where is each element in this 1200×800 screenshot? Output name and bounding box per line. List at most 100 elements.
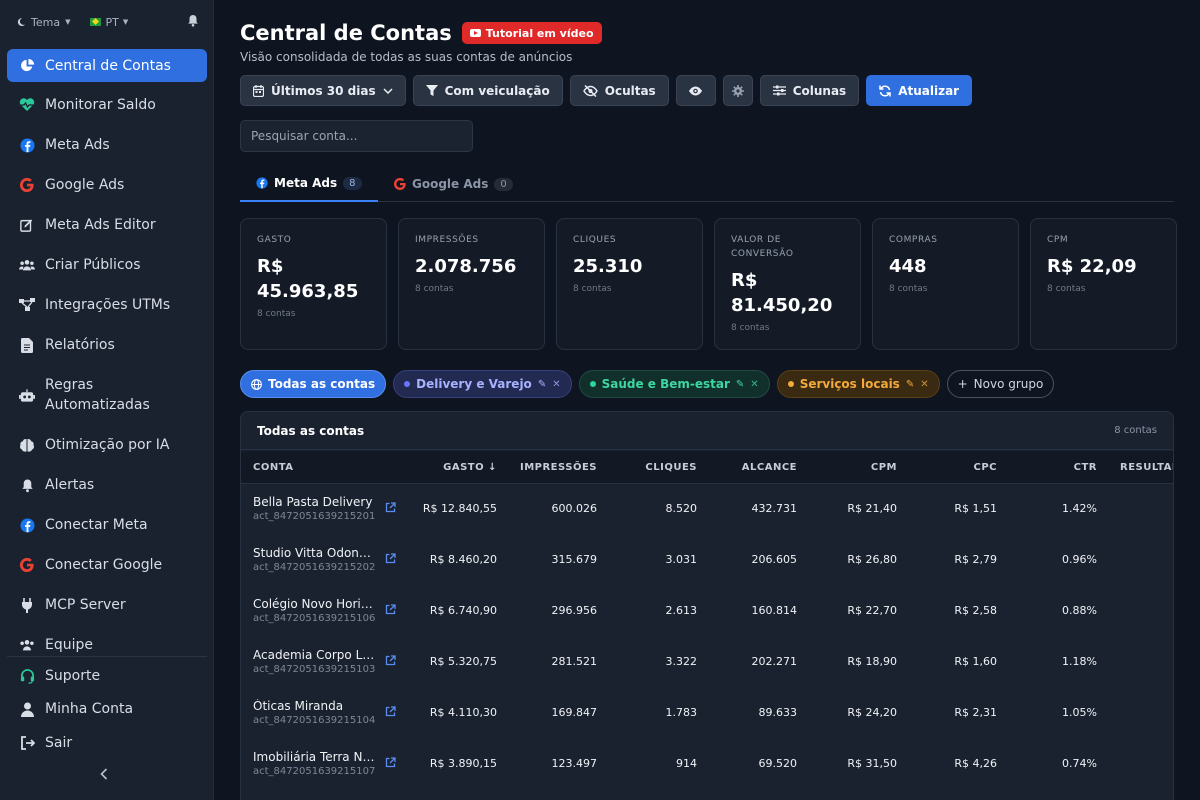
sidebar-item-criar-publicos[interactable]: Criar Públicos xyxy=(7,255,207,275)
account-name[interactable]: Óticas Miranda xyxy=(253,699,375,713)
settings-button[interactable] xyxy=(722,75,753,106)
sidebar-item-regras-automatizadas[interactable]: Regras Automatizadas xyxy=(7,375,207,415)
table-row[interactable]: Óticas Miranda act_8472051639215104 R$ 4.1… xyxy=(241,688,1173,739)
account-id: act_8472051639215104 xyxy=(253,715,376,726)
sidebar-item-conectar-google[interactable]: Conectar Google xyxy=(7,555,207,575)
tab-count-badge: 0 xyxy=(494,177,513,191)
plug-icon xyxy=(19,597,35,613)
external-link-icon[interactable] xyxy=(385,706,396,720)
sidebar-item-meta-ads[interactable]: Meta Ads xyxy=(7,135,207,155)
sidebar-item-conectar-meta[interactable]: Conectar Meta xyxy=(7,515,207,535)
edit-pencil-icon[interactable]: ✎ xyxy=(736,379,744,390)
table-row[interactable]: Academia Corpo Livre act_8472051639215103… xyxy=(241,637,1173,688)
platform-tabs: Meta Ads 8 Google Ads 0 xyxy=(240,166,1174,202)
col-header-conta[interactable]: CONTA xyxy=(253,451,294,484)
external-link-icon[interactable] xyxy=(385,502,396,516)
group-chip-delivery-varejo[interactable]: Delivery e Varejo ✎ ✕ xyxy=(393,370,572,398)
col-header-gasto[interactable]: GASTO ↓ xyxy=(401,451,497,484)
tab-meta-ads[interactable]: Meta Ads 8 xyxy=(240,166,378,202)
account-id: act_8472051639215202 xyxy=(253,562,376,573)
external-link-icon[interactable] xyxy=(385,553,396,567)
account-name[interactable]: Colégio Novo Horizonte xyxy=(253,597,375,611)
tutorial-video-button[interactable]: Tutorial em vídeo xyxy=(461,22,602,44)
collapse-sidebar-chevron-icon[interactable] xyxy=(100,768,108,784)
hidden-accounts-button[interactable]: Ocultas xyxy=(569,75,669,106)
sidebar-item-equipe[interactable]: Equipe xyxy=(7,635,207,655)
google-icon xyxy=(19,557,35,573)
cell-impressoes: 315.679 xyxy=(551,553,598,566)
sidebar-item-relatorios[interactable]: Relatórios xyxy=(7,335,207,355)
search-input[interactable] xyxy=(240,120,473,152)
cell-alcance: 160.814 xyxy=(751,604,798,617)
table-row[interactable]: Colégio Novo Horizonte act_84720516392151… xyxy=(241,586,1173,637)
table-row[interactable]: Studio Vitta Odontologia act_847205163921… xyxy=(241,535,1173,586)
tab-google-ads[interactable]: Google Ads 0 xyxy=(378,166,529,202)
cell-cpc: R$ 1,60 xyxy=(954,655,997,668)
notifications-bell-icon[interactable] xyxy=(187,14,199,30)
col-header-resultados[interactable]: RESULTAD xyxy=(1120,451,1173,484)
date-range-button[interactable]: Últimos 30 dias xyxy=(240,75,406,106)
edit-pencil-icon[interactable]: ✎ xyxy=(538,379,546,390)
filter-delivery-button[interactable]: Com veiculação xyxy=(412,75,563,106)
sidebar-item-sair[interactable]: Sair xyxy=(7,733,207,753)
col-header-cpm[interactable]: CPM xyxy=(797,451,897,484)
account-name[interactable]: Bella Pasta Delivery xyxy=(253,495,375,509)
group-chip-saude-bem-estar[interactable]: Saúde e Bem-estar ✎ ✕ xyxy=(578,370,770,398)
col-header-cliques[interactable]: CLIQUES xyxy=(597,451,697,484)
stat-value: R$ 22,09 xyxy=(1047,256,1137,277)
sidebar-item-mcp-server[interactable]: MCP Server xyxy=(7,595,207,615)
sidebar-item-central-de-contas[interactable]: Central de Contas xyxy=(7,49,207,82)
cell-ctr: 0.74% xyxy=(1062,757,1097,770)
external-link-icon[interactable] xyxy=(385,604,396,618)
sidebar-item-meta-ads-editor[interactable]: Meta Ads Editor xyxy=(7,215,207,235)
account-id: act_8472051639215107 xyxy=(253,766,376,777)
col-header-alcance[interactable]: ALCANCE xyxy=(697,451,797,484)
cell-ctr: 0.88% xyxy=(1062,604,1097,617)
sidebar-item-label: Central de Contas xyxy=(45,57,171,74)
new-group-button[interactable]: + Novo grupo xyxy=(946,370,1055,398)
sidebar-item-suporte[interactable]: Suporte xyxy=(7,666,207,686)
table-row[interactable]: Imobiliária Terra Nova act_84720516392151… xyxy=(241,739,1173,790)
globe-icon xyxy=(251,378,262,390)
filter-label: Com veiculação xyxy=(444,83,550,98)
columns-button[interactable]: Colunas xyxy=(759,75,860,106)
external-link-icon[interactable] xyxy=(385,757,396,771)
account-name[interactable]: Academia Corpo Livre xyxy=(253,648,375,662)
language-label: PT xyxy=(105,15,119,29)
cell-gasto: R$ 6.740,90 xyxy=(429,604,497,617)
sidebar-item-integracoes-utms[interactable]: Integrações UTMs xyxy=(7,295,207,315)
remove-x-icon[interactable]: ✕ xyxy=(552,379,560,390)
stat-card-compras: COMPRAS 448 8 contas xyxy=(872,218,1019,350)
sidebar-item-minha-conta[interactable]: Minha Conta xyxy=(7,699,207,719)
col-header-ctr[interactable]: CTR xyxy=(997,451,1097,484)
table-row[interactable]: Bella Pasta Delivery act_8472051639215201… xyxy=(241,484,1173,535)
date-range-label: Últimos 30 dias xyxy=(271,83,376,98)
stat-sub: 8 contas xyxy=(731,323,770,333)
cell-alcance: 69.520 xyxy=(758,757,798,770)
sidebar-item-alertas[interactable]: Alertas xyxy=(7,475,207,495)
stat-label: COMPRAS xyxy=(889,235,938,245)
group-chip-servicos-locais[interactable]: Serviços locais ✎ ✕ xyxy=(776,370,940,398)
cell-cliques: 8.520 xyxy=(665,502,698,515)
remove-x-icon[interactable]: ✕ xyxy=(920,379,928,390)
cell-cliques: 1.783 xyxy=(665,706,698,719)
account-name[interactable]: Studio Vitta Odontologia xyxy=(253,546,375,560)
youtube-icon xyxy=(469,29,481,37)
cell-cpm: R$ 26,80 xyxy=(847,553,897,566)
theme-toggle[interactable]: Tema ▼ xyxy=(16,16,70,29)
sidebar-top-bar: Tema ▼ PT ▼ xyxy=(16,14,199,30)
col-header-impressoes[interactable]: IMPRESSÕES xyxy=(497,451,597,484)
group-chip-all[interactable]: Todas as contas xyxy=(240,370,387,398)
col-header-cpc[interactable]: CPC xyxy=(897,451,997,484)
eye-slash-icon xyxy=(582,84,598,97)
show-all-eye-button[interactable] xyxy=(675,75,716,106)
sidebar-item-google-ads[interactable]: Google Ads xyxy=(7,175,207,195)
external-link-icon[interactable] xyxy=(385,655,396,669)
account-name[interactable]: Imobiliária Terra Nova xyxy=(253,750,375,764)
sidebar-item-monitorar-saldo[interactable]: Monitorar Saldo xyxy=(7,95,207,115)
refresh-button[interactable]: Atualizar xyxy=(866,75,973,106)
edit-pencil-icon[interactable]: ✎ xyxy=(906,379,914,390)
sidebar-item-otimizacao-ia[interactable]: Otimização por IA xyxy=(7,435,207,455)
language-selector[interactable]: PT ▼ xyxy=(90,16,128,29)
remove-x-icon[interactable]: ✕ xyxy=(750,379,758,390)
